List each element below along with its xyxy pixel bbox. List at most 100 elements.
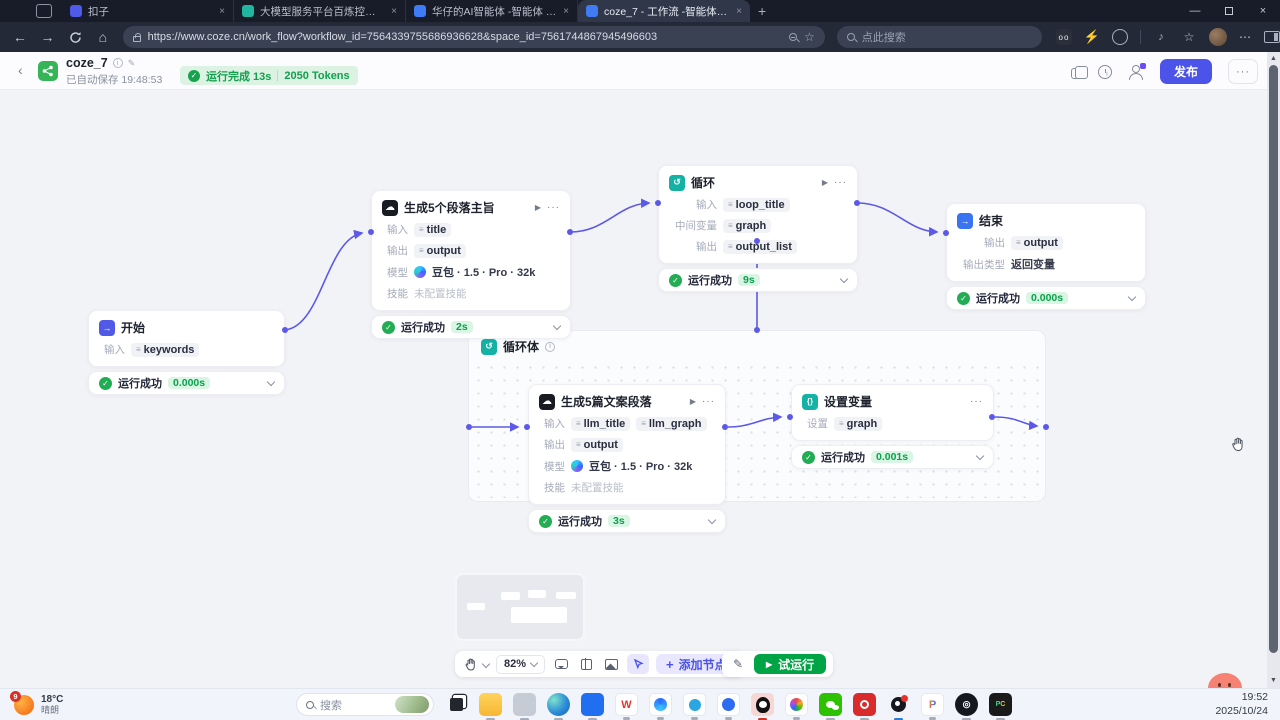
taskbar-search[interactable]: 搜索	[296, 693, 434, 716]
node-end[interactable]: 结束 输出 output 输出类型 返回变量 运行成功 0.000s	[946, 203, 1146, 310]
tab-list-icon[interactable]	[36, 4, 52, 18]
port-dot[interactable]	[854, 200, 860, 206]
p-app-icon[interactable]	[921, 693, 944, 716]
port-dot[interactable]	[722, 424, 728, 430]
port-dot[interactable]	[466, 424, 472, 430]
auto-layout-icon[interactable]	[577, 655, 595, 673]
device-manager-icon[interactable]	[513, 693, 536, 716]
taskbar-clock[interactable]: 19:52 2025/10/24	[1215, 691, 1268, 717]
forward-icon[interactable]: →	[36, 25, 60, 49]
browser-menu-icon[interactable]: ⋯	[1239, 30, 1252, 44]
debug-pencil-icon[interactable]	[729, 655, 747, 673]
colorful-app-icon[interactable]	[785, 693, 808, 716]
home-icon[interactable]: ⌂	[91, 25, 115, 49]
media-icon[interactable]	[1153, 29, 1169, 45]
task-view-icon[interactable]	[445, 693, 468, 716]
tab-bailian[interactable]: 大模型服务平台百炼控制台 ×	[234, 0, 406, 22]
profile-avatar[interactable]	[1209, 28, 1227, 46]
hand-tool-chevron-icon[interactable]	[482, 660, 490, 668]
edit-icon[interactable]	[128, 58, 136, 69]
tab-close-icon[interactable]: ×	[219, 6, 225, 17]
scroll-down-icon[interactable]: ▼	[1267, 674, 1280, 686]
browser-search-box[interactable]: 点此搜索	[837, 26, 1042, 48]
port-dot[interactable]	[943, 230, 949, 236]
qq-icon[interactable]	[751, 693, 774, 716]
chevron-down-icon[interactable]	[840, 274, 848, 282]
restore-button[interactable]	[1212, 0, 1246, 22]
comment-icon[interactable]	[552, 655, 570, 673]
scroll-up-icon[interactable]: ▲	[1267, 52, 1280, 64]
node-status-bar[interactable]: 运行成功 0.001s	[791, 445, 994, 469]
port-dot[interactable]	[754, 327, 760, 333]
run-node-icon[interactable]	[822, 178, 828, 187]
page-scrollbar[interactable]: ▲ ▼	[1267, 52, 1280, 688]
extension-glasses-icon[interactable]	[1056, 29, 1072, 45]
node-set-variable[interactable]: 设置变量 设置 graph 运行成功 0.001s	[791, 384, 994, 469]
header-more-button[interactable]	[1228, 59, 1258, 84]
file-explorer-icon[interactable]	[479, 693, 502, 716]
node-loop[interactable]: 循环 输入 loop_title 中间变量 graph 输出 output_li…	[658, 165, 858, 292]
dev-tool-icon[interactable]	[683, 693, 706, 716]
run-node-icon[interactable]	[690, 397, 696, 406]
chevron-down-icon[interactable]	[553, 321, 561, 329]
zoom-level-dropdown[interactable]: 82%	[496, 655, 545, 674]
duplicate-icon[interactable]	[1071, 68, 1082, 79]
tab-agent[interactable]: 华仔的AI智能体 -智能体 - 扣子 ×	[406, 0, 578, 22]
reload-icon[interactable]	[63, 25, 87, 49]
back-chevron[interactable]: ‹	[18, 62, 23, 78]
node-status-bar[interactable]: 运行成功 3s	[528, 509, 726, 533]
red-o-app-icon[interactable]	[853, 693, 876, 716]
node-more-icon[interactable]	[834, 177, 847, 188]
bookmark-star-icon[interactable]: ☆	[804, 30, 815, 44]
back-icon[interactable]: ←	[8, 25, 32, 49]
node-more-icon[interactable]	[547, 202, 560, 213]
port-dot[interactable]	[1043, 424, 1049, 430]
wps-icon[interactable]	[615, 693, 638, 716]
run-result-badge[interactable]: 运行完成 13s 2050 Tokens	[180, 66, 358, 85]
node-more-icon[interactable]	[970, 396, 983, 407]
microsoft-store-icon[interactable]	[581, 693, 604, 716]
loop-body-container[interactable]: 循环体 生成5篇文案段落 输入 llm_title llm_graph	[468, 330, 1046, 502]
node-llm2[interactable]: 生成5篇文案段落 输入 llm_title llm_graph 输出 outpu…	[528, 384, 726, 533]
tab-close-icon[interactable]: ×	[736, 6, 742, 17]
url-bar[interactable]: https://www.coze.cn/work_flow?workflow_i…	[123, 26, 825, 48]
port-dot[interactable]	[989, 414, 995, 420]
node-status-bar[interactable]: 运行成功 0.000s	[946, 286, 1146, 310]
port-dot[interactable]	[787, 414, 793, 420]
hand-tool-icon[interactable]	[462, 655, 480, 673]
scrollbar-thumb[interactable]	[1269, 65, 1278, 653]
node-llm1[interactable]: 生成5个段落主旨 输入 title 输出 output 模型 豆包 · 1.5 …	[371, 190, 571, 339]
tab-close-icon[interactable]: ×	[391, 6, 397, 17]
recorder-app-icon[interactable]	[887, 693, 910, 716]
chevron-down-icon[interactable]	[708, 515, 716, 523]
chevron-down-icon[interactable]	[976, 451, 984, 459]
close-button[interactable]: ×	[1246, 0, 1280, 22]
start-button[interactable]	[262, 693, 285, 716]
tab-close-icon[interactable]: ×	[563, 6, 569, 17]
run-node-icon[interactable]	[535, 203, 541, 212]
chevron-down-icon[interactable]	[267, 377, 275, 385]
port-dot[interactable]	[282, 327, 288, 333]
publish-button[interactable]: 发布	[1160, 59, 1212, 84]
port-dot[interactable]	[655, 200, 661, 206]
port-dot[interactable]	[754, 238, 760, 244]
sidebar-toggle-icon[interactable]	[1264, 31, 1280, 43]
node-start[interactable]: 开始 输入 keywords 运行成功 0.000s	[88, 310, 285, 395]
info-icon[interactable]	[545, 342, 555, 352]
qq-browser-icon[interactable]	[649, 693, 672, 716]
history-icon[interactable]	[1098, 65, 1112, 79]
info-icon[interactable]	[113, 58, 123, 68]
node-status-bar[interactable]: 运行成功 2s	[371, 315, 571, 339]
edge-browser-icon[interactable]	[547, 693, 570, 716]
extension-lightning-icon[interactable]	[1084, 29, 1100, 45]
port-dot[interactable]	[368, 229, 374, 235]
url-text[interactable]: https://www.coze.cn/work_flow?workflow_i…	[148, 31, 782, 43]
minimize-button[interactable]: —	[1178, 0, 1212, 22]
select-tool-icon[interactable]	[627, 654, 649, 674]
tab-coze7-active[interactable]: coze_7 - 工作流 -智能体平台 ×	[578, 0, 750, 22]
extension-circle-icon[interactable]	[1112, 29, 1128, 45]
port-dot[interactable]	[567, 229, 573, 235]
zoom-out-page-icon[interactable]	[789, 33, 797, 41]
new-tab-button[interactable]: +	[758, 3, 766, 19]
meeting-app-icon[interactable]	[717, 693, 740, 716]
